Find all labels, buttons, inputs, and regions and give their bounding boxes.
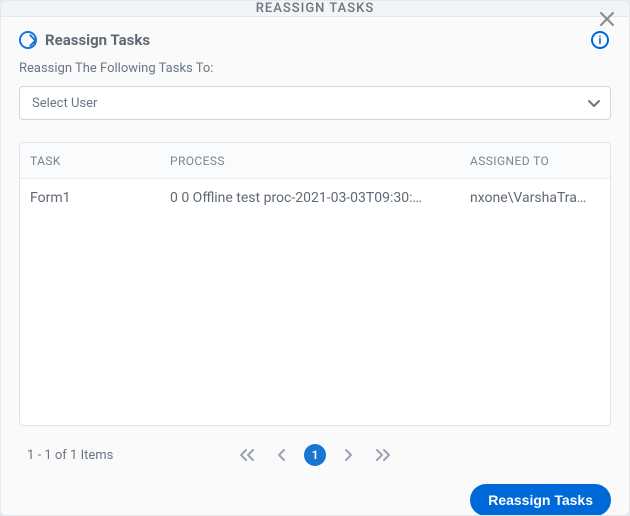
dialog-content: Reassign Tasks i Reassign The Following … [1,17,629,516]
user-select[interactable]: Select User [19,86,611,120]
chevron-left-icon [275,448,287,462]
chevron-right-icon [343,448,355,462]
pager-page-1[interactable]: 1 [304,444,326,466]
dialog: REASSIGN TASKS Reassign Tasks i Reassign… [0,0,630,516]
pager-last[interactable] [372,444,394,466]
reassign-button[interactable]: Reassign Tasks [470,484,611,516]
footer: Reassign Tasks [19,484,611,516]
chevron-double-right-icon [374,448,392,462]
header-process: PROCESS [170,154,470,168]
titlebar: REASSIGN TASKS [1,1,629,17]
heading-title: Reassign Tasks [45,31,150,49]
cell-assigned: nxone\VarshaTra… [470,190,600,206]
pager-first[interactable] [236,444,258,466]
pager: 1 - 1 of 1 Items 1 [19,440,611,470]
window-title: REASSIGN TASKS [256,1,374,16]
user-select-placeholder: Select User [32,96,97,111]
chevron-double-left-icon [238,448,256,462]
cell-process: 0 0 Offline test proc-2021-03-03T09:30:… [170,190,470,206]
header-assigned: ASSIGNED TO [470,154,600,168]
table-header: TASK PROCESS ASSIGNED TO [20,143,610,179]
header-task: TASK [30,154,170,168]
pager-summary: 1 - 1 of 1 Items [27,448,113,463]
pager-prev[interactable] [270,444,292,466]
info-icon[interactable]: i [591,31,609,49]
reassign-icon [19,31,37,49]
pager-next[interactable] [338,444,360,466]
close-icon [600,12,614,26]
chevron-down-icon [586,95,602,111]
pager-controls: 1 [236,444,394,466]
tasks-table: TASK PROCESS ASSIGNED TO Form1 0 0 Offli… [19,142,611,426]
table-body: Form1 0 0 Offline test proc-2021-03-03T0… [20,179,610,425]
table-row[interactable]: Form1 0 0 Offline test proc-2021-03-03T0… [20,179,610,217]
instruction-text: Reassign The Following Tasks To: [19,61,611,76]
cell-task: Form1 [30,190,170,206]
heading-row: Reassign Tasks i [19,31,611,49]
